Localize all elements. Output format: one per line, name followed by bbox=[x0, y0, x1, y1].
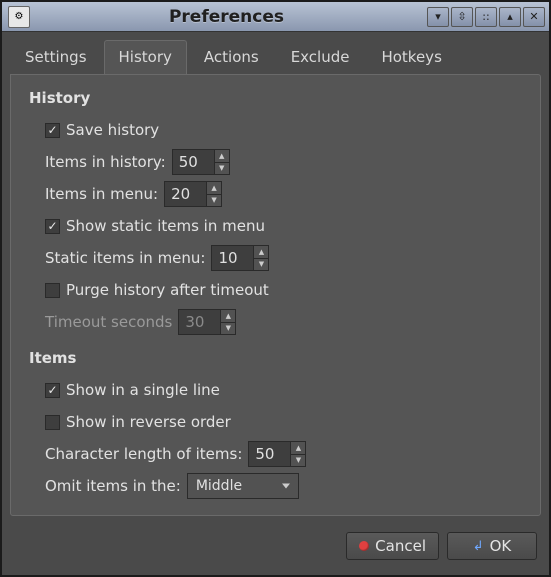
cancel-icon bbox=[359, 541, 369, 551]
ok-label: OK bbox=[490, 537, 512, 555]
title-bar: ⚙ Preferences ▾ ⇳ :: ▴ ✕ bbox=[2, 2, 549, 32]
row-save-history: Save history bbox=[45, 117, 522, 143]
ok-icon: ↲ bbox=[473, 539, 484, 554]
timeout-spinner: ▲ ▼ bbox=[178, 309, 236, 335]
omit-label: Omit items in the: bbox=[45, 477, 181, 495]
row-show-static: Show static items in menu bbox=[45, 213, 522, 239]
shade-up-button[interactable]: ▴ bbox=[499, 7, 521, 27]
row-items-in-menu: Items in menu: ▲ ▼ bbox=[45, 181, 522, 207]
items-in-menu-input[interactable] bbox=[164, 181, 206, 207]
single-line-checkbox[interactable] bbox=[45, 383, 60, 398]
row-timeout: Timeout seconds ▲ ▼ bbox=[45, 309, 522, 335]
preferences-window: ⚙ Preferences ▾ ⇳ :: ▴ ✕ Settings Histor… bbox=[0, 0, 551, 577]
timeout-label: Timeout seconds bbox=[45, 313, 172, 331]
char-len-label: Character length of items: bbox=[45, 445, 242, 463]
timeout-down: ▼ bbox=[220, 322, 236, 336]
char-len-down[interactable]: ▼ bbox=[290, 454, 306, 468]
cancel-button[interactable]: Cancel bbox=[346, 532, 439, 560]
row-purge: Purge history after timeout bbox=[45, 277, 522, 303]
row-omit: Omit items in the: Middle bbox=[45, 473, 522, 499]
char-len-up[interactable]: ▲ bbox=[290, 441, 306, 454]
items-in-menu-spinner[interactable]: ▲ ▼ bbox=[164, 181, 222, 207]
section-history-title: History bbox=[29, 89, 522, 107]
tab-hotkeys[interactable]: Hotkeys bbox=[366, 40, 456, 74]
reverse-label: Show in reverse order bbox=[66, 413, 231, 431]
char-len-spinner[interactable]: ▲ ▼ bbox=[248, 441, 306, 467]
items-in-history-down[interactable]: ▼ bbox=[214, 162, 230, 176]
timeout-up: ▲ bbox=[220, 309, 236, 322]
timeout-input bbox=[178, 309, 220, 335]
single-line-label: Show in a single line bbox=[66, 381, 220, 399]
save-history-checkbox[interactable] bbox=[45, 123, 60, 138]
static-items-up[interactable]: ▲ bbox=[253, 245, 269, 258]
dialog-footer: Cancel ↲ OK bbox=[2, 524, 549, 572]
reverse-checkbox[interactable] bbox=[45, 415, 60, 430]
items-in-history-input[interactable] bbox=[172, 149, 214, 175]
app-icon: ⚙ bbox=[8, 6, 30, 28]
purge-label: Purge history after timeout bbox=[66, 281, 269, 299]
tab-exclude[interactable]: Exclude bbox=[276, 40, 365, 74]
row-char-len: Character length of items: ▲ ▼ bbox=[45, 441, 522, 467]
row-static-items: Static items in menu: ▲ ▼ bbox=[45, 245, 522, 271]
row-items-in-history: Items in history: ▲ ▼ bbox=[45, 149, 522, 175]
shade-toggle-button[interactable]: ⇳ bbox=[451, 7, 473, 27]
tab-history[interactable]: History bbox=[104, 40, 187, 74]
tab-actions[interactable]: Actions bbox=[189, 40, 274, 74]
items-in-history-label: Items in history: bbox=[45, 153, 166, 171]
tab-bar: Settings History Actions Exclude Hotkeys bbox=[2, 32, 549, 74]
omit-dropdown[interactable]: Middle bbox=[187, 473, 299, 499]
ok-button[interactable]: ↲ OK bbox=[447, 532, 537, 560]
items-in-history-up[interactable]: ▲ bbox=[214, 149, 230, 162]
show-static-checkbox[interactable] bbox=[45, 219, 60, 234]
items-in-menu-down[interactable]: ▼ bbox=[206, 194, 222, 208]
history-panel: History Save history Items in history: ▲… bbox=[10, 74, 541, 516]
omit-value: Middle bbox=[196, 478, 242, 494]
purge-checkbox[interactable] bbox=[45, 283, 60, 298]
shade-down-button[interactable]: ▾ bbox=[427, 7, 449, 27]
static-items-spinner[interactable]: ▲ ▼ bbox=[211, 245, 269, 271]
char-len-input[interactable] bbox=[248, 441, 290, 467]
items-in-menu-up[interactable]: ▲ bbox=[206, 181, 222, 194]
row-reverse: Show in reverse order bbox=[45, 409, 522, 435]
row-single-line: Show in a single line bbox=[45, 377, 522, 403]
static-items-label: Static items in menu: bbox=[45, 249, 205, 267]
items-in-menu-label: Items in menu: bbox=[45, 185, 158, 203]
window-title: Preferences bbox=[30, 7, 423, 27]
window-controls: ▾ ⇳ :: ▴ ✕ bbox=[427, 7, 545, 27]
sticky-button[interactable]: :: bbox=[475, 7, 497, 27]
static-items-down[interactable]: ▼ bbox=[253, 258, 269, 272]
items-in-history-spinner[interactable]: ▲ ▼ bbox=[172, 149, 230, 175]
section-items-title: Items bbox=[29, 349, 522, 367]
cancel-label: Cancel bbox=[375, 537, 426, 555]
close-button[interactable]: ✕ bbox=[523, 7, 545, 27]
show-static-label: Show static items in menu bbox=[66, 217, 265, 235]
static-items-input[interactable] bbox=[211, 245, 253, 271]
tab-settings[interactable]: Settings bbox=[10, 40, 102, 74]
save-history-label: Save history bbox=[66, 121, 159, 139]
